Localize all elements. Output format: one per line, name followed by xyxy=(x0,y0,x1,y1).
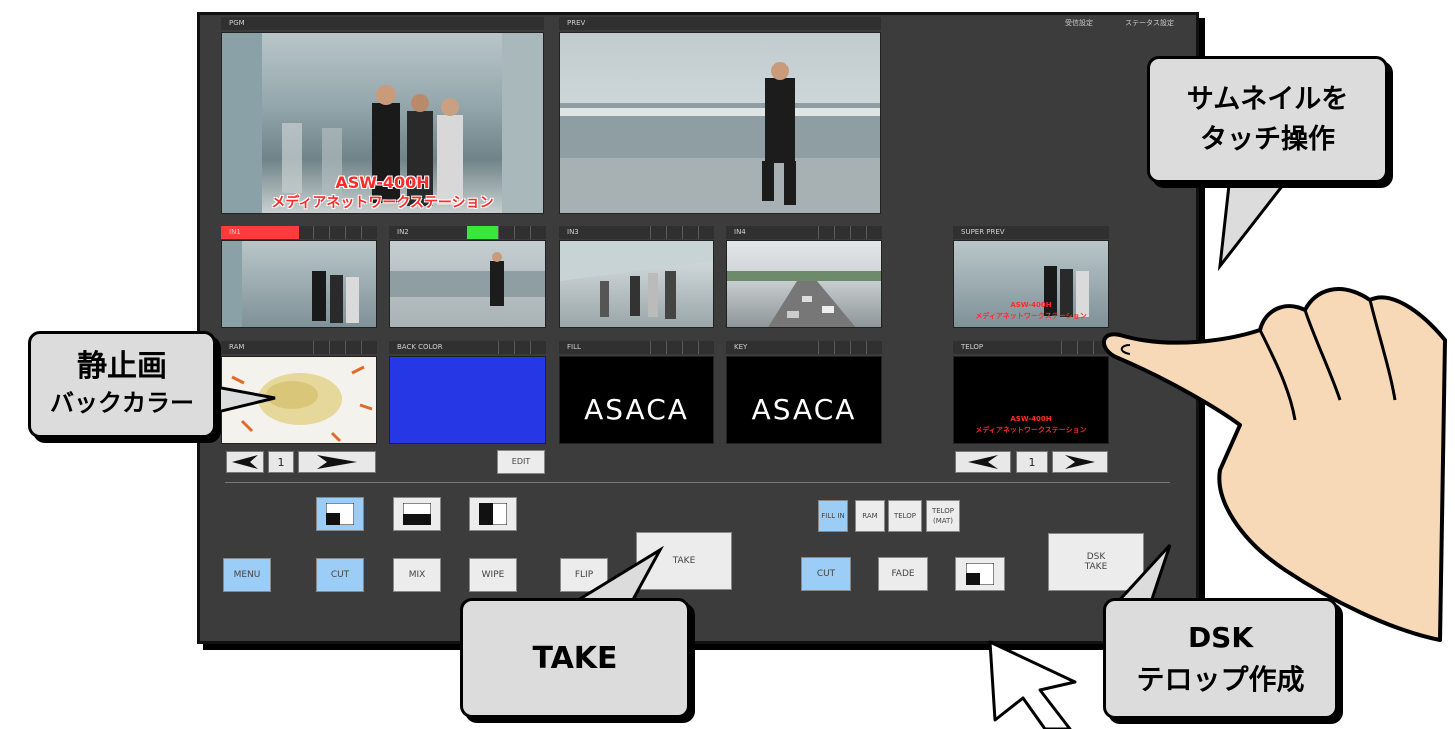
in4-label-bar: IN4 xyxy=(726,226,882,239)
pgm-caption-line2: メディアネットワークステーション xyxy=(271,195,494,211)
back-color-label-bar: BACK COLOR xyxy=(389,341,546,354)
key-label-bar: KEY xyxy=(726,341,882,354)
in3-thumbnail[interactable] xyxy=(559,240,714,328)
in1-label: IN1 xyxy=(229,228,241,236)
in1-label-bar: IN1 xyxy=(221,226,377,239)
left-arrow-icon xyxy=(232,455,258,469)
mix-button[interactable]: MIX xyxy=(393,558,441,592)
right-arrow-icon xyxy=(317,455,357,469)
wipe-pattern-box-button[interactable] xyxy=(316,497,364,531)
telop-mat-button[interactable]: TELOP (MAT) xyxy=(926,500,960,532)
telop-label: TELOP xyxy=(961,343,984,351)
wipe-horizontal-icon xyxy=(403,503,431,525)
wipe-button[interactable]: WIPE xyxy=(469,558,517,592)
ram-prev-button[interactable] xyxy=(226,451,264,473)
prev-label: PREV xyxy=(567,19,586,27)
thumbnail-touch-callout: サムネイルを タッチ操作 xyxy=(1147,56,1388,183)
thumbnail-callout-line1: サムネイルを xyxy=(1186,83,1349,115)
key-logo: ASACA xyxy=(751,393,857,426)
edit-button[interactable]: EDIT xyxy=(497,450,545,474)
ram-label-bar: RAM xyxy=(221,341,377,354)
pgm-caption-line1: ASW-400H xyxy=(335,173,430,192)
telop-label-bar: TELOP xyxy=(953,341,1109,354)
ram-next-button[interactable] xyxy=(298,451,376,473)
wipe-pattern-horizontal-button[interactable] xyxy=(393,497,441,531)
super-prev-caption-line2: メディアネットワークステーション xyxy=(975,312,1087,320)
thumbnail-callout-line2: タッチ操作 xyxy=(1200,123,1335,155)
fill-label: FILL xyxy=(567,343,581,351)
cursor-icon xyxy=(988,640,1077,729)
still-callout-line1: 静止画 xyxy=(77,348,167,384)
telop-page-number: 1 xyxy=(1016,451,1048,473)
left-arrow-icon xyxy=(968,455,998,469)
prev-scene xyxy=(560,62,880,213)
dsk-callout-line2: テロップ作成 xyxy=(1136,662,1305,696)
telop-mat-line2: (MAT) xyxy=(932,517,954,525)
back-color-swatch[interactable] xyxy=(389,356,546,444)
in2-thumbnail[interactable] xyxy=(389,240,546,328)
thumbnail-callout-tail xyxy=(1217,176,1292,272)
telop-button[interactable]: TELOP xyxy=(888,500,922,532)
telop-thumbnail[interactable]: ASW-400H メディアネットワークステーション xyxy=(953,356,1109,444)
super-prev-thumbnail[interactable]: ASW-400H メディアネットワークステーション xyxy=(953,240,1109,328)
in2-label: IN2 xyxy=(397,228,409,236)
take-callout-text: TAKE xyxy=(532,640,618,676)
still-callout-line2: バックカラー xyxy=(50,388,194,417)
in3-label-bar: IN3 xyxy=(559,226,714,239)
in3-label: IN3 xyxy=(567,228,579,236)
wipe-box-icon xyxy=(326,503,354,525)
telop-line1: ASW-400H xyxy=(1010,415,1052,423)
super-prev-label-bar: SUPER PREV xyxy=(953,226,1109,239)
status-right[interactable]: ステータス設定 xyxy=(1125,18,1174,28)
wipe-pattern-vertical-button[interactable] xyxy=(469,497,517,531)
telop-prev-button[interactable] xyxy=(955,451,1011,473)
key-label: KEY xyxy=(734,343,748,351)
fill-label-bar: FILL xyxy=(559,341,714,354)
dsk-wipe-button[interactable] xyxy=(955,557,1005,591)
dsk-cut-button[interactable]: CUT xyxy=(801,557,851,591)
in2-label-bar: IN2 xyxy=(389,226,546,239)
in4-label: IN4 xyxy=(734,228,746,236)
status-left[interactable]: 受信設定 xyxy=(1065,18,1093,28)
in2-tally xyxy=(467,226,499,239)
back-color-label: BACK COLOR xyxy=(397,343,443,351)
pgm-monitor[interactable]: ASW-400H メディアネットワークステーション xyxy=(221,32,544,214)
pgm-label-bar: PGM xyxy=(221,17,544,30)
take-callout: TAKE xyxy=(460,598,690,718)
fill-in-button[interactable]: FILL IN xyxy=(818,500,848,532)
cut-button[interactable]: CUT xyxy=(316,558,364,592)
in4-thumbnail[interactable] xyxy=(726,240,882,328)
pgm-label: PGM xyxy=(229,19,245,27)
still-backcolor-callout: 静止画 バックカラー xyxy=(28,331,216,438)
ram-page-number: 1 xyxy=(268,451,294,473)
wipe-vertical-icon xyxy=(479,503,507,525)
key-thumbnail[interactable]: ASACA xyxy=(726,356,882,444)
dsk-telop-callout: DSK テロップ作成 xyxy=(1103,598,1338,719)
super-prev-caption-line1: ASW-400H xyxy=(1010,301,1052,309)
telop-line2: メディアネットワークステーション xyxy=(975,426,1087,434)
fade-button[interactable]: FADE xyxy=(878,557,928,591)
divider xyxy=(225,482,1170,483)
prev-label-bar: PREV xyxy=(559,17,881,30)
wipe-box-icon xyxy=(966,563,994,585)
in1-thumbnail[interactable] xyxy=(221,240,377,328)
ram-label: RAM xyxy=(229,343,245,351)
menu-button[interactable]: MENU xyxy=(223,558,271,592)
prev-monitor[interactable] xyxy=(559,32,881,214)
fill-logo: ASACA xyxy=(584,393,689,426)
fill-thumbnail[interactable]: ASACA xyxy=(559,356,714,444)
super-prev-label: SUPER PREV xyxy=(961,228,1005,236)
dsk-callout-line1: DSK xyxy=(1187,620,1254,654)
ram-dsk-button[interactable]: RAM xyxy=(855,500,885,532)
telop-mat-line1: TELOP xyxy=(931,507,955,515)
still-callout-tail xyxy=(205,383,276,417)
